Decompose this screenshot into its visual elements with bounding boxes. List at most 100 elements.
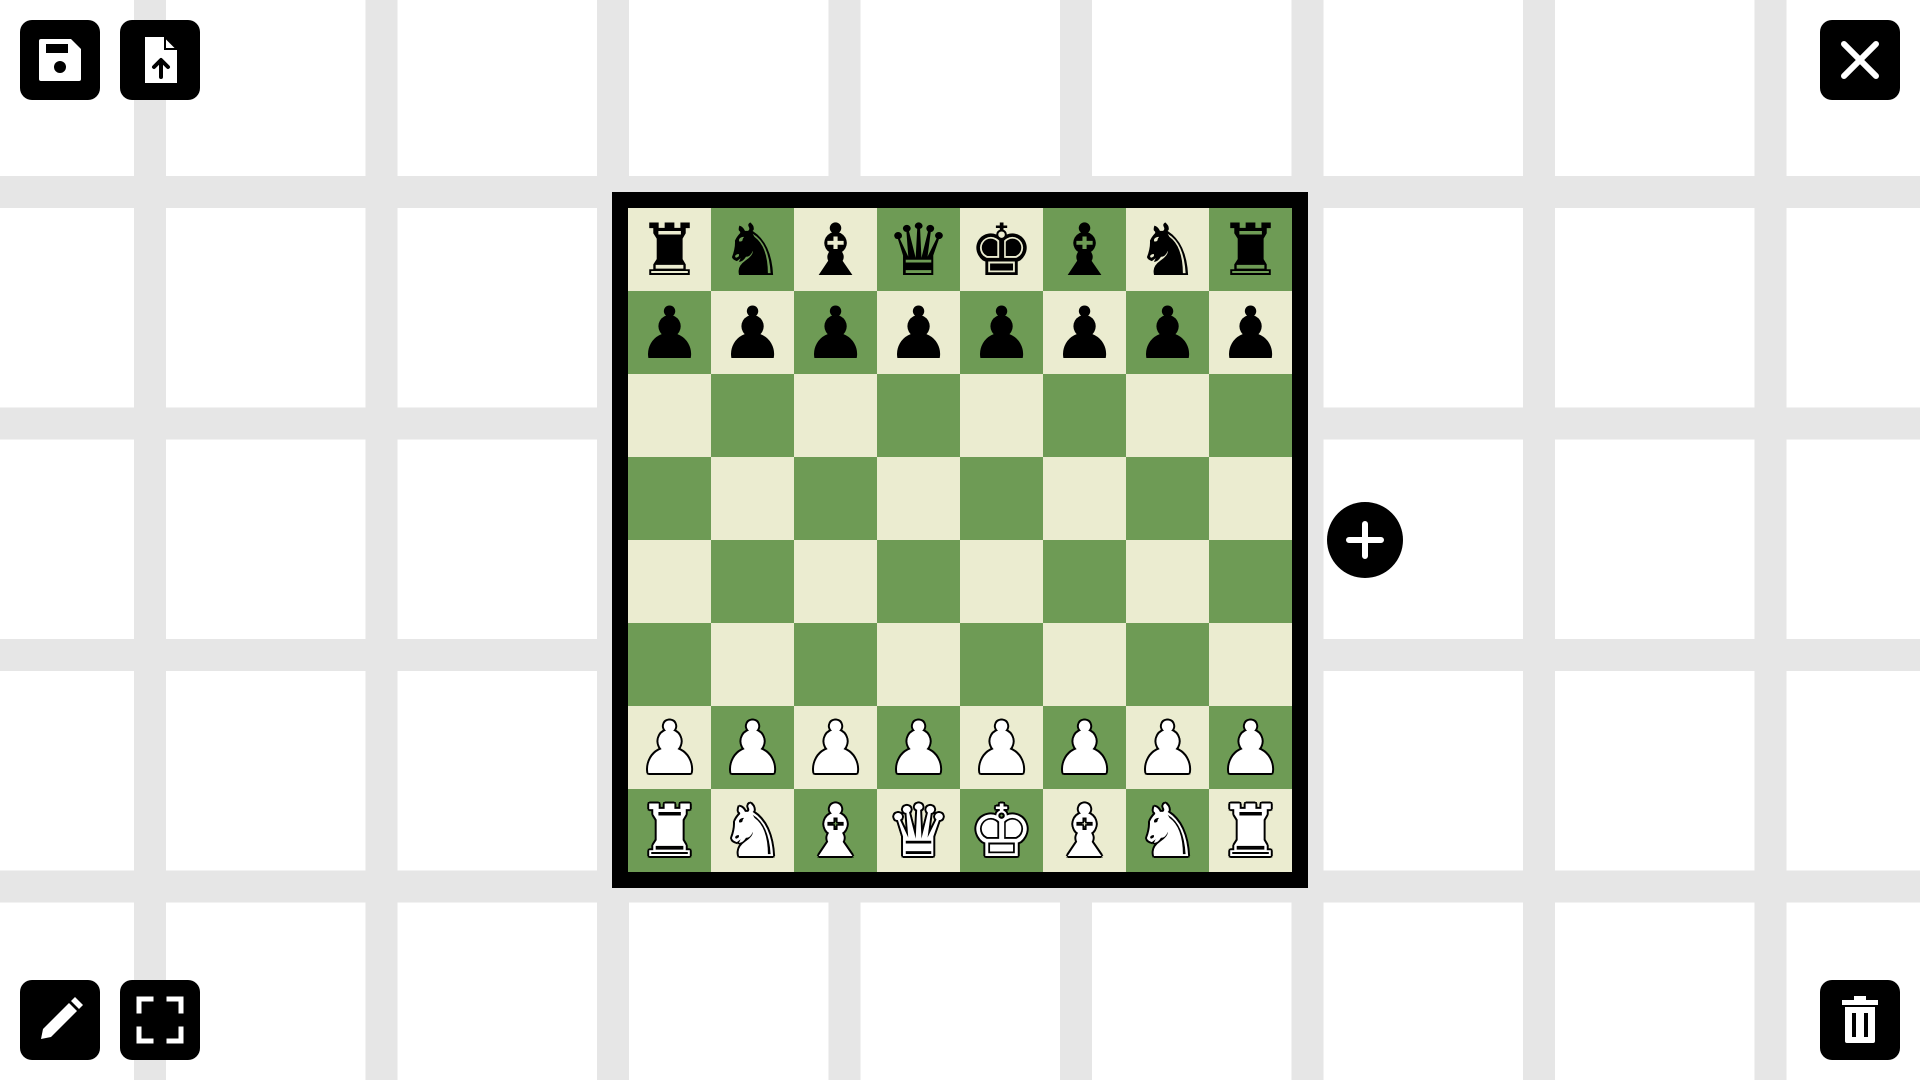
- square-f1[interactable]: ♝: [1043, 789, 1126, 872]
- square-h2[interactable]: ♟: [1209, 706, 1292, 789]
- square-a1[interactable]: ♜: [628, 789, 711, 872]
- white-bishop[interactable]: ♝: [1052, 795, 1117, 867]
- square-h4[interactable]: [1209, 540, 1292, 623]
- square-c5[interactable]: [794, 457, 877, 540]
- square-h3[interactable]: [1209, 623, 1292, 706]
- square-d5[interactable]: [877, 457, 960, 540]
- white-pawn[interactable]: ♟: [886, 712, 951, 784]
- square-f7[interactable]: ♟: [1043, 291, 1126, 374]
- square-c1[interactable]: ♝: [794, 789, 877, 872]
- square-h5[interactable]: [1209, 457, 1292, 540]
- square-g2[interactable]: ♟: [1126, 706, 1209, 789]
- square-d8[interactable]: ♛: [877, 208, 960, 291]
- white-bishop[interactable]: ♝: [803, 795, 868, 867]
- square-g8[interactable]: ♞: [1126, 208, 1209, 291]
- square-c2[interactable]: ♟: [794, 706, 877, 789]
- square-a3[interactable]: [628, 623, 711, 706]
- black-pawn[interactable]: ♟: [886, 297, 951, 369]
- square-f6[interactable]: [1043, 374, 1126, 457]
- black-pawn[interactable]: ♟: [637, 297, 702, 369]
- square-f5[interactable]: [1043, 457, 1126, 540]
- square-d4[interactable]: [877, 540, 960, 623]
- square-c7[interactable]: ♟: [794, 291, 877, 374]
- square-c3[interactable]: [794, 623, 877, 706]
- white-rook[interactable]: ♜: [637, 795, 702, 867]
- save-button[interactable]: [20, 20, 100, 100]
- chessboard[interactable]: ♜ ♞ ♝ ♛ ♚ ♝ ♞ ♜ ♟ ♟ ♟ ♟ ♟ ♟ ♟ ♟ ♟ ♟ ♟ ♟ ♟ ♟ ♟ ♟ ♜ ♞ ♝ ♛ ♚ ♝ ♞ ♜: [628, 208, 1292, 872]
- square-a6[interactable]: [628, 374, 711, 457]
- square-e7[interactable]: ♟: [960, 291, 1043, 374]
- black-bishop[interactable]: ♝: [1052, 214, 1117, 286]
- white-knight[interactable]: ♞: [720, 795, 785, 867]
- square-f4[interactable]: [1043, 540, 1126, 623]
- white-pawn[interactable]: ♟: [720, 712, 785, 784]
- square-b7[interactable]: ♟: [711, 291, 794, 374]
- square-d6[interactable]: [877, 374, 960, 457]
- square-a8[interactable]: ♜: [628, 208, 711, 291]
- square-f3[interactable]: [1043, 623, 1126, 706]
- square-h8[interactable]: ♜: [1209, 208, 1292, 291]
- black-pawn[interactable]: ♟: [1218, 297, 1283, 369]
- square-g1[interactable]: ♞: [1126, 789, 1209, 872]
- square-a5[interactable]: [628, 457, 711, 540]
- white-queen[interactable]: ♛: [886, 795, 951, 867]
- square-b6[interactable]: [711, 374, 794, 457]
- square-a2[interactable]: ♟: [628, 706, 711, 789]
- square-f2[interactable]: ♟: [1043, 706, 1126, 789]
- square-d2[interactable]: ♟: [877, 706, 960, 789]
- black-rook[interactable]: ♜: [637, 214, 702, 286]
- black-knight[interactable]: ♞: [1135, 214, 1200, 286]
- black-queen[interactable]: ♛: [886, 214, 951, 286]
- square-g6[interactable]: [1126, 374, 1209, 457]
- square-b3[interactable]: [711, 623, 794, 706]
- square-e8[interactable]: ♚: [960, 208, 1043, 291]
- square-c4[interactable]: [794, 540, 877, 623]
- square-c6[interactable]: [794, 374, 877, 457]
- add-board-button[interactable]: [1327, 502, 1403, 578]
- white-pawn[interactable]: ♟: [969, 712, 1034, 784]
- square-e5[interactable]: [960, 457, 1043, 540]
- black-bishop[interactable]: ♝: [803, 214, 868, 286]
- white-pawn[interactable]: ♟: [1135, 712, 1200, 784]
- square-e4[interactable]: [960, 540, 1043, 623]
- square-d7[interactable]: ♟: [877, 291, 960, 374]
- square-b4[interactable]: [711, 540, 794, 623]
- black-pawn[interactable]: ♟: [803, 297, 868, 369]
- black-pawn[interactable]: ♟: [969, 297, 1034, 369]
- black-pawn[interactable]: ♟: [1135, 297, 1200, 369]
- black-king[interactable]: ♚: [969, 214, 1034, 286]
- fullscreen-button[interactable]: [120, 980, 200, 1060]
- square-a4[interactable]: [628, 540, 711, 623]
- square-g7[interactable]: ♟: [1126, 291, 1209, 374]
- square-c8[interactable]: ♝: [794, 208, 877, 291]
- square-e1[interactable]: ♚: [960, 789, 1043, 872]
- square-a7[interactable]: ♟: [628, 291, 711, 374]
- close-button[interactable]: [1820, 20, 1900, 100]
- square-b5[interactable]: [711, 457, 794, 540]
- white-rook[interactable]: ♜: [1218, 795, 1283, 867]
- square-e3[interactable]: [960, 623, 1043, 706]
- white-pawn[interactable]: ♟: [1052, 712, 1117, 784]
- black-knight[interactable]: ♞: [720, 214, 785, 286]
- delete-button[interactable]: [1820, 980, 1900, 1060]
- white-pawn[interactable]: ♟: [803, 712, 868, 784]
- square-b2[interactable]: ♟: [711, 706, 794, 789]
- white-pawn[interactable]: ♟: [637, 712, 702, 784]
- square-b8[interactable]: ♞: [711, 208, 794, 291]
- white-pawn[interactable]: ♟: [1218, 712, 1283, 784]
- square-b1[interactable]: ♞: [711, 789, 794, 872]
- black-pawn[interactable]: ♟: [1052, 297, 1117, 369]
- square-f8[interactable]: ♝: [1043, 208, 1126, 291]
- white-knight[interactable]: ♞: [1135, 795, 1200, 867]
- white-king[interactable]: ♚: [969, 795, 1034, 867]
- square-d3[interactable]: [877, 623, 960, 706]
- square-g3[interactable]: [1126, 623, 1209, 706]
- black-pawn[interactable]: ♟: [720, 297, 785, 369]
- square-h6[interactable]: [1209, 374, 1292, 457]
- black-rook[interactable]: ♜: [1218, 214, 1283, 286]
- export-button[interactable]: [120, 20, 200, 100]
- square-g4[interactable]: [1126, 540, 1209, 623]
- square-h7[interactable]: ♟: [1209, 291, 1292, 374]
- square-e2[interactable]: ♟: [960, 706, 1043, 789]
- square-e6[interactable]: [960, 374, 1043, 457]
